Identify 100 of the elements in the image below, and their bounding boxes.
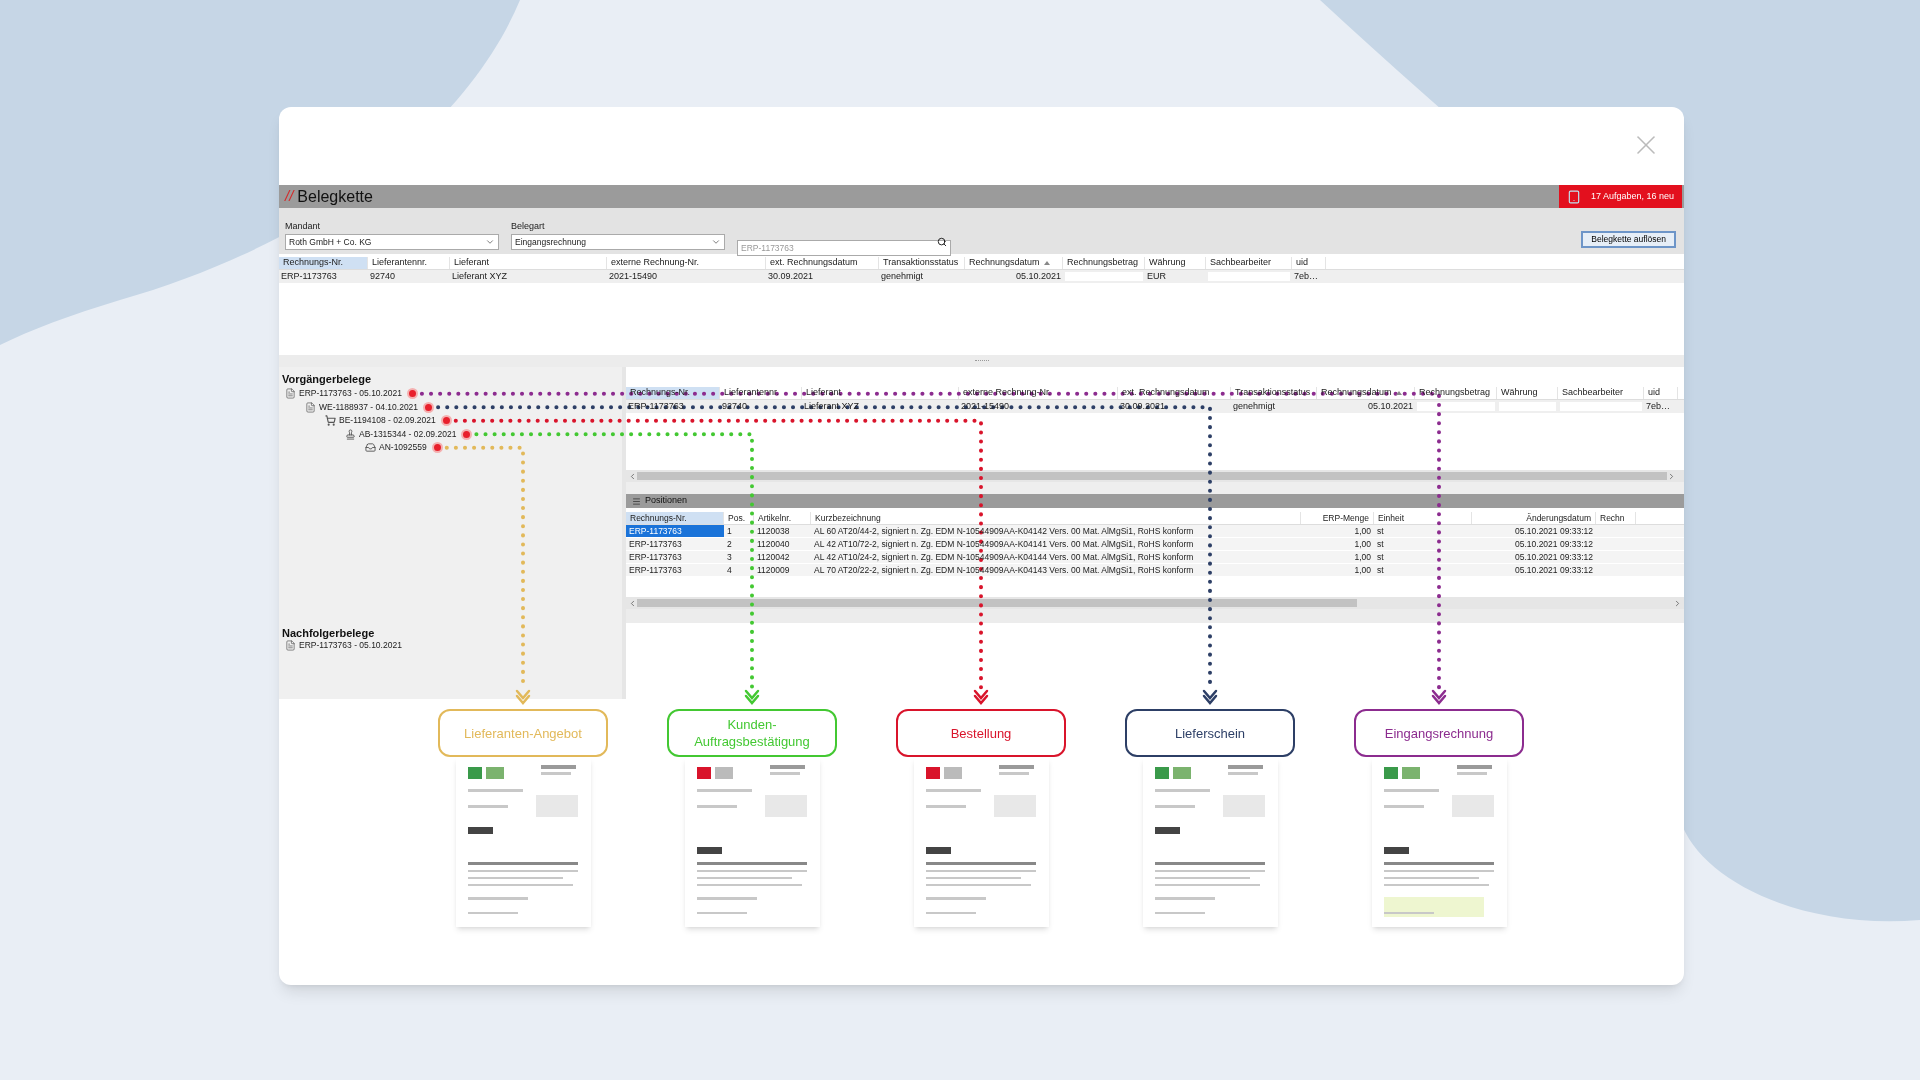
table-cell: ERP-1173763 xyxy=(629,524,682,538)
table-cell-text: 2021-15490 xyxy=(961,399,1011,413)
table-cell: 1,00 xyxy=(1354,563,1371,577)
table-cell-text: ERP-1173763 xyxy=(628,399,685,413)
table-cell: ERP-1173763 xyxy=(629,550,682,564)
column-header[interactable]: Änderungsdatum xyxy=(1526,511,1591,525)
column-header[interactable]: Währung xyxy=(1501,386,1538,400)
column-header[interactable]: externe Rechnung-Nr. xyxy=(611,256,700,270)
scroll-left-icon[interactable] xyxy=(628,471,637,481)
splitter-handle[interactable] xyxy=(974,360,989,362)
tree-item[interactable]: AN-1092559 xyxy=(282,441,622,455)
scrollbar-thumb[interactable] xyxy=(637,599,1357,607)
column-header[interactable]: Transaktionsstatus xyxy=(883,256,959,270)
table-cell: ERP-1173763 xyxy=(629,537,682,551)
scroll-right-icon[interactable] xyxy=(1667,471,1676,481)
column-header[interactable]: Einheit xyxy=(1378,511,1404,525)
cart-icon xyxy=(325,415,336,427)
column-header[interactable]: externe Rechnung-Nr. xyxy=(963,386,1052,400)
table-cell: AL 42 AT10/24-2, signiert n. Zg. EDM N-10544909AA-K04144 Vers. 00 Mat. AlMgSi1, RoHS konform xyxy=(814,550,1194,564)
column-header[interactable]: uid xyxy=(1296,256,1308,270)
section-title: Vorgängerbelege xyxy=(282,372,373,387)
stage-label: Eingangsrechnung xyxy=(1354,709,1524,757)
table-cell: 1 xyxy=(727,524,732,538)
table-cell-text: EUR xyxy=(1147,269,1167,283)
column-header[interactable]: Lieferant xyxy=(806,386,842,400)
select-field[interactable]: Roth GmbH + Co. KG xyxy=(285,234,499,250)
table-cell: AL 60 AT20/44-2, signiert n. Zg. EDM N-10544909AA-K04142 Vers. 00 Mat. AlMgSi1, RoHS konform xyxy=(814,524,1194,538)
stage-label: Bestellung xyxy=(896,709,1066,757)
table-row[interactable]: ERP-1173763 2 1120040 AL 42 AT10/72-2, signiert n. Zg. EDM N-10544909AA-K04141 Vers. 00 Mat. AlMgSi1, RoHS konform 1,00 st 05.10.2021 09:33:12 xyxy=(626,538,1684,551)
document-icon xyxy=(285,640,296,652)
tray-icon xyxy=(365,442,376,454)
column-header[interactable]: Sachbearbeiter xyxy=(1562,386,1624,400)
tree-item[interactable]: ERP-1173763 - 05.10.2021 xyxy=(282,387,622,401)
column-header[interactable]: uid xyxy=(1648,386,1660,400)
column-header[interactable]: Kurzbezeichnung xyxy=(815,511,881,525)
table-row[interactable]: ERP-1173763 1 1120038 AL 60 AT20/44-2, signiert n. Zg. EDM N-10544909AA-K04142 Vers. 00 Mat. AlMgSi1, RoHS konform 1,00 st 05.10.2021 09:33:12 xyxy=(626,525,1684,538)
table-cell: 1120009 xyxy=(757,563,790,577)
table-cell: 1120038 xyxy=(757,524,790,538)
column-header[interactable]: Rechnungsbetrag xyxy=(1419,386,1491,400)
table-cell-text: 7eb… xyxy=(1646,399,1672,413)
table-cell-text: 30.09.2021 xyxy=(1120,399,1167,413)
table-cell: 05.10.2021 09:33:12 xyxy=(1515,537,1593,551)
column-header[interactable]: ext. Rechnungsdatum xyxy=(1122,386,1210,400)
table-cell: ERP-1173763 xyxy=(629,563,682,577)
document-icon xyxy=(305,401,316,413)
table-cell: st xyxy=(1377,524,1384,538)
column-header[interactable]: Lieferant xyxy=(454,256,490,270)
table-cell-text: 7eb… xyxy=(1294,269,1320,283)
tree-item[interactable]: WE-1188937 - 04.10.2021 xyxy=(282,400,622,414)
stage-label: Lieferanten-Angebot xyxy=(438,709,608,757)
table-cell: st xyxy=(1377,550,1384,564)
table-row[interactable]: ERP-1173763 4 1120009 AL 70 AT20/22-2, signiert n. Zg. EDM N-10544909AA-K04143 Vers. 00 Mat. AlMgSi1, RoHS konform 1,00 st 05.10.2021 09:33:12 xyxy=(626,564,1684,577)
resolve-button[interactable]: Belegkette auflösen xyxy=(1581,231,1676,248)
search-field[interactable]: ERP-1173763 xyxy=(737,240,951,256)
column-header[interactable]: Transaktionsstatus xyxy=(1235,386,1311,400)
table-cell-text: genehmigt xyxy=(1233,399,1277,413)
field-label: Mandant xyxy=(285,219,322,233)
table-cell: AL 70 AT20/22-2, signiert n. Zg. EDM N-10544909AA-K04143 Vers. 00 Mat. AlMgSi1, RoHS konform xyxy=(814,563,1194,577)
tasks-badge[interactable]: 17 Aufgaben, 16 neu xyxy=(1558,185,1682,208)
scroll-right-icon[interactable] xyxy=(1673,598,1682,608)
scroll-left-icon[interactable] xyxy=(628,598,637,608)
column-header[interactable]: Währung xyxy=(1149,256,1186,270)
column-header[interactable]: Rechnungsdatum xyxy=(969,256,1040,270)
positions-header: Positionen xyxy=(626,494,1684,508)
table-cell: AL 42 AT10/72-2, signiert n. Zg. EDM N-10544909AA-K04141 Vers. 00 Mat. AlMgSi1, RoHS konform xyxy=(814,537,1194,551)
table-cell: 05.10.2021 09:33:12 xyxy=(1515,524,1593,538)
tree-item[interactable]: ERP-1173763 - 05.10.2021 xyxy=(282,639,622,653)
table-cell: 05.10.2021 09:33:12 xyxy=(1515,563,1593,577)
table-cell-text: ERP-1173763 xyxy=(281,269,338,283)
table-cell: 4 xyxy=(727,563,732,577)
select-field[interactable]: Eingangsrechnung xyxy=(511,234,725,250)
tree-item[interactable]: BE-1194108 - 02.09.2021 xyxy=(282,414,622,428)
column-header[interactable]: Rechn xyxy=(1600,511,1625,525)
stamp-icon xyxy=(345,428,356,440)
document-icon xyxy=(285,388,296,400)
table-cell: 1,00 xyxy=(1354,537,1371,551)
table-cell-text: Lieferant XYZ xyxy=(452,269,509,283)
scrollbar-thumb[interactable] xyxy=(637,472,1667,480)
column-header[interactable]: ERP-Menge xyxy=(1322,511,1369,525)
table-cell: 05.10.2021 09:33:12 xyxy=(1515,550,1593,564)
column-header[interactable]: Pos. xyxy=(728,511,745,525)
table-cell: 1120042 xyxy=(757,550,790,564)
table-cell: 1120040 xyxy=(757,537,790,551)
column-header[interactable]: Lieferantennr. xyxy=(724,386,780,400)
column-header[interactable]: Rechnungsbetrag xyxy=(1067,256,1139,270)
column-header[interactable]: ext. Rechnungsdatum xyxy=(770,256,858,270)
column-header[interactable]: Sachbearbeiter xyxy=(1210,256,1272,270)
table-cell: 1,00 xyxy=(1354,550,1371,564)
column-header[interactable]: Artikelnr. xyxy=(758,511,792,525)
window-title: Belegkette xyxy=(297,186,373,207)
table-cell-text: genehmigt xyxy=(881,269,925,283)
column-header[interactable]: Lieferantennr. xyxy=(372,256,428,270)
column-header[interactable]: Rechnungsdatum xyxy=(1321,386,1392,400)
title-mark: // xyxy=(285,186,294,207)
field-label: Belegart xyxy=(511,219,546,233)
table-row[interactable]: ERP-1173763 3 1120042 AL 42 AT10/24-2, signiert n. Zg. EDM N-10544909AA-K04144 Vers. 00 Mat. AlMgSi1, RoHS konform 1,00 st 05.10.2021 09:33:12 xyxy=(626,551,1684,564)
tree-item[interactable]: AB-1315344 - 02.09.2021 xyxy=(282,427,622,441)
table-cell-text: Lieferant XYZ xyxy=(804,399,861,413)
table-cell: st xyxy=(1377,537,1384,551)
search-icon[interactable] xyxy=(937,237,947,247)
